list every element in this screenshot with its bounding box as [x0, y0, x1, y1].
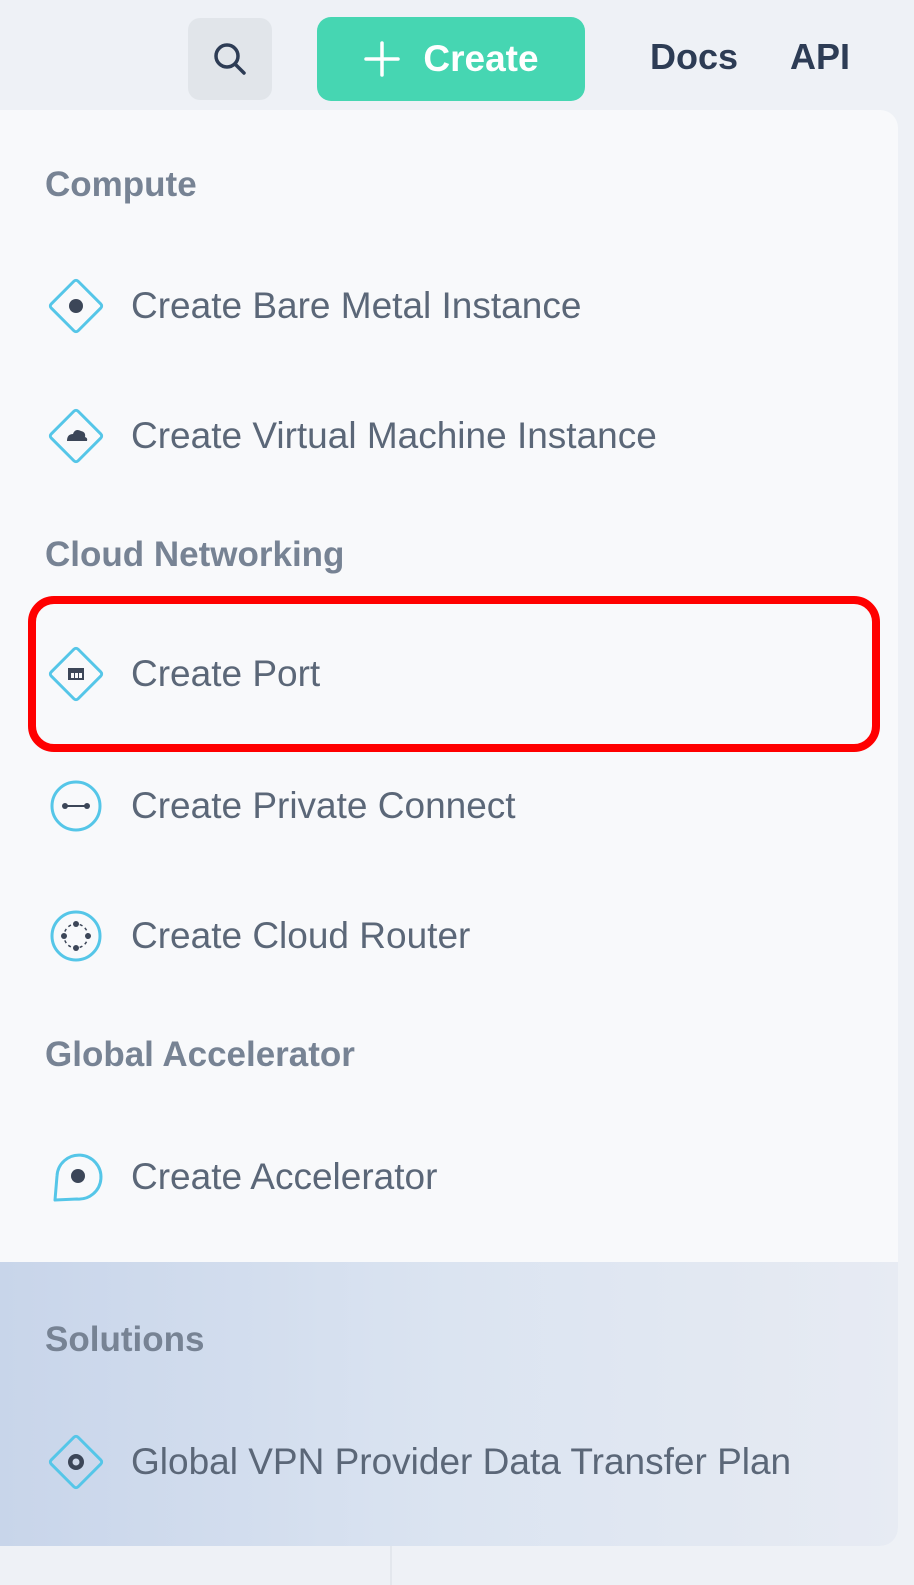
plus-icon [363, 40, 401, 78]
vpn-plan-icon [45, 1431, 107, 1493]
create-button-label: Create [423, 38, 539, 79]
section-title-global-accelerator: Global Accelerator [45, 1035, 355, 1074]
menu-item-label: Create Virtual Machine Instance [131, 415, 657, 456]
port-icon [45, 643, 107, 705]
divider [390, 1546, 392, 1585]
private-connect-icon [45, 775, 107, 837]
menu-item-label: Create Private Connect [131, 785, 516, 826]
menu-item-create-accelerator[interactable]: Create Accelerator [28, 1117, 880, 1237]
search-icon [214, 43, 246, 75]
section-title-compute: Compute [45, 165, 197, 204]
section-title-solutions: Solutions [45, 1320, 205, 1359]
menu-item-label: Create Accelerator [131, 1156, 438, 1197]
menu-item-label: Global VPN Provider Data Transfer Plan [131, 1441, 792, 1482]
cloud-router-icon [45, 905, 107, 967]
create-button[interactable]: Create [317, 17, 585, 101]
menu-item-label: Create Port [131, 653, 321, 694]
menu-item-label: Create Bare Metal Instance [131, 285, 582, 326]
menu-item-create-virtual-machine-instance[interactable]: Create Virtual Machine Instance [28, 376, 880, 496]
menu-item-label: Create Cloud Router [131, 915, 471, 956]
menu-item-global-vpn-provider-data-transfer-plan[interactable]: Global VPN Provider Data Transfer Plan [28, 1402, 880, 1522]
search-button[interactable] [188, 18, 272, 100]
virtual-machine-icon [45, 405, 107, 467]
docs-link[interactable]: Docs [650, 36, 738, 78]
menu-item-create-bare-metal-instance[interactable]: Create Bare Metal Instance [28, 246, 880, 366]
create-dropdown-menu: Compute Create Bare Metal Instance Creat… [0, 110, 898, 1546]
api-link[interactable]: API [790, 36, 850, 78]
solutions-section: Solutions Global VPN Provider Data Trans… [0, 1262, 898, 1546]
section-title-cloud-networking: Cloud Networking [45, 535, 345, 574]
menu-item-create-private-connect[interactable]: Create Private Connect [28, 746, 880, 866]
top-bar: Create Docs API [0, 0, 914, 110]
menu-item-create-port[interactable]: Create Port [28, 596, 880, 752]
bare-metal-icon [45, 275, 107, 337]
accelerator-icon [45, 1146, 107, 1208]
menu-item-create-cloud-router[interactable]: Create Cloud Router [28, 876, 880, 996]
